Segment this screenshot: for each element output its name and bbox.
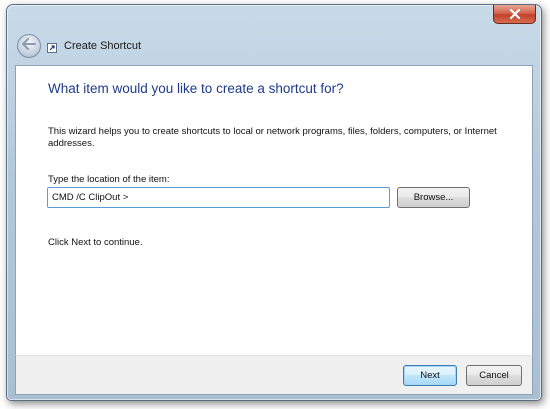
title-bar: Create Shortcut	[7, 27, 541, 67]
shortcut-icon	[47, 43, 57, 53]
create-shortcut-window: Create Shortcut What item would you like…	[6, 4, 542, 401]
location-input[interactable]	[47, 187, 390, 208]
window-title: Create Shortcut	[64, 40, 142, 52]
wizard-footer: Next Cancel	[15, 355, 533, 395]
wizard-content: What item would you like to create a sho…	[15, 65, 533, 355]
cancel-button[interactable]: Cancel	[466, 365, 522, 386]
page-heading: What item would you like to create a sho…	[48, 81, 344, 96]
close-icon	[509, 7, 521, 22]
location-label: Type the location of the item:	[48, 174, 170, 185]
back-arrow-icon	[22, 37, 36, 55]
browse-button[interactable]: Browse...	[397, 187, 470, 208]
close-button[interactable]	[493, 5, 536, 24]
back-button[interactable]	[17, 34, 41, 58]
continue-instruction: Click Next to continue.	[48, 237, 143, 248]
next-button[interactable]: Next	[403, 365, 457, 386]
wizard-description: This wizard helps you to create shortcut…	[48, 126, 497, 149]
